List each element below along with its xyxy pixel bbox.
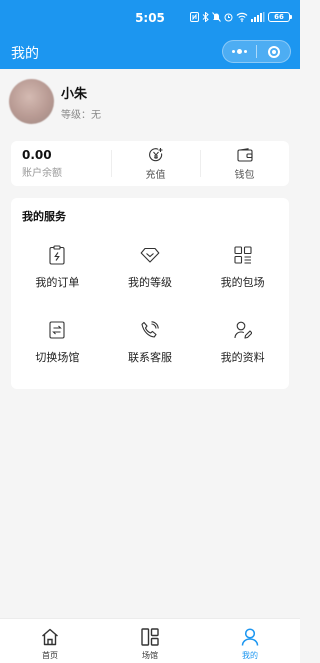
tab-label: 首页 (42, 651, 58, 660)
switch-icon (49, 321, 65, 339)
level-icon (140, 247, 160, 263)
username: 小朱 (61, 86, 88, 102)
services-grid: 我的订单 我的等级 我的包场 切换场馆 联系客服 我的资料 (11, 245, 289, 365)
service-label: 联系客服 (127, 351, 172, 364)
service-my-bookings[interactable]: 我的包场 (196, 245, 289, 290)
tab-label: 场馆 (142, 651, 158, 660)
page-title: 我的 (11, 46, 39, 62)
bottom-tab-bar: 首页 场馆 我的 (0, 618, 300, 663)
home-icon (42, 628, 58, 646)
mute-icon (212, 12, 221, 22)
booking-icon (234, 246, 252, 264)
balance-label: 账户余额 (22, 168, 62, 179)
profile-info: 小朱 等级：无 (61, 83, 101, 121)
close-button[interactable] (257, 41, 290, 62)
profile-section[interactable]: 小朱 等级：无 (9, 79, 101, 124)
bluetooth-icon (202, 12, 209, 22)
service-my-level[interactable]: 我的等级 (104, 245, 197, 290)
balance-amount-cell[interactable]: 0.00 账户余额 (11, 141, 111, 186)
tab-home[interactable]: 首页 (0, 619, 100, 663)
service-contact-support[interactable]: 联系客服 (104, 320, 197, 365)
services-title: 我的服务 (22, 210, 66, 223)
close-target-icon (267, 45, 280, 58)
profile-edit-icon (234, 321, 252, 339)
service-my-profile[interactable]: 我的资料 (196, 320, 289, 365)
balance-card: 0.00 账户余额 充值 钱包 (11, 141, 289, 186)
tab-venue[interactable]: 场馆 (100, 619, 200, 663)
wallet-button[interactable]: 钱包 (200, 141, 289, 186)
mini-program-capsule (222, 40, 291, 63)
alarm-icon (224, 13, 233, 22)
member-level: 等级：无 (61, 109, 101, 121)
service-label: 我的等级 (127, 276, 172, 289)
services-card: 我的服务 我的订单 我的等级 我的包场 切换场馆 联系客服 我的资料 (11, 198, 289, 389)
recharge-button[interactable]: 充值 (111, 141, 200, 186)
service-switch-venue[interactable]: 切换场馆 (11, 320, 104, 365)
user-icon (241, 628, 259, 646)
recharge-label: 充值 (145, 169, 166, 181)
tab-mine[interactable]: 我的 (200, 619, 300, 663)
wallet-icon (236, 147, 253, 162)
tab-label: 我的 (242, 651, 258, 660)
wifi-icon (236, 12, 248, 22)
service-my-orders[interactable]: 我的订单 (11, 245, 104, 290)
venue-icon (141, 628, 159, 646)
service-label: 切换场馆 (35, 351, 80, 364)
service-label: 我的订单 (35, 276, 80, 289)
recharge-icon (148, 147, 162, 161)
service-label: 我的资料 (220, 351, 265, 364)
phone-icon (141, 321, 159, 338)
avatar[interactable] (9, 79, 54, 124)
order-icon (49, 245, 65, 265)
nfc-icon (190, 12, 199, 22)
service-label: 我的包场 (220, 276, 265, 289)
balance-amount: 0.00 (22, 148, 52, 162)
more-button[interactable] (223, 41, 256, 62)
status-icons: 66 (190, 12, 292, 22)
wallet-label: 钱包 (234, 169, 255, 181)
more-dots-icon (232, 49, 247, 54)
top-bar: 5:05 66 我的 (0, 0, 300, 69)
battery-indicator: 66 (268, 12, 292, 22)
signal-icon (251, 12, 265, 22)
